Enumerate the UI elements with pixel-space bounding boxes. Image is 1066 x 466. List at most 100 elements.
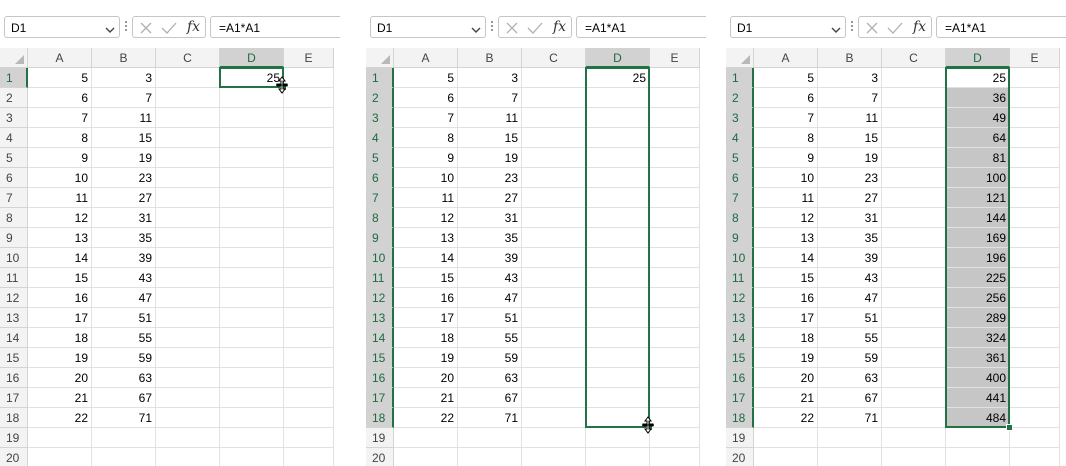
cell-d4[interactable] [220, 128, 284, 148]
cell-b19[interactable] [92, 428, 156, 448]
cell-a10[interactable]: 14 [754, 248, 818, 268]
cell-a14[interactable]: 18 [394, 328, 458, 348]
cell-b8[interactable]: 31 [818, 208, 882, 228]
cell-e6[interactable] [650, 168, 700, 188]
cell-c4[interactable] [156, 128, 220, 148]
cell-d9[interactable] [586, 228, 650, 248]
cell-c2[interactable] [156, 88, 220, 108]
cell-a20[interactable] [754, 448, 818, 466]
cell-b20[interactable] [818, 448, 882, 466]
cell-c20[interactable] [882, 448, 946, 466]
column-header-e[interactable]: E [284, 48, 334, 68]
cell-d13[interactable]: 289 [946, 308, 1010, 328]
cell-b14[interactable]: 55 [458, 328, 522, 348]
cell-a1[interactable]: 5 [754, 68, 818, 88]
cell-d9[interactable] [220, 228, 284, 248]
cell-d8[interactable]: 144 [946, 208, 1010, 228]
row-header-4[interactable]: 4 [726, 128, 754, 148]
cell-a19[interactable] [394, 428, 458, 448]
row-header-11[interactable]: 11 [726, 268, 754, 288]
cell-e17[interactable] [1010, 388, 1060, 408]
cell-a17[interactable]: 21 [394, 388, 458, 408]
cell-e4[interactable] [1010, 128, 1060, 148]
more-options-icon[interactable] [490, 19, 494, 35]
cell-d4[interactable] [586, 128, 650, 148]
row-header-2[interactable]: 2 [366, 88, 394, 108]
row-header-16[interactable]: 16 [0, 368, 28, 388]
cell-b12[interactable]: 47 [92, 288, 156, 308]
cell-e10[interactable] [650, 248, 700, 268]
cell-d8[interactable] [586, 208, 650, 228]
cell-e17[interactable] [284, 388, 334, 408]
row-header-1[interactable]: 1 [366, 68, 394, 88]
cell-d17[interactable] [220, 388, 284, 408]
row-header-20[interactable]: 20 [0, 448, 28, 466]
cell-d12[interactable]: 256 [946, 288, 1010, 308]
row-header-6[interactable]: 6 [0, 168, 28, 188]
cell-d14[interactable] [586, 328, 650, 348]
cell-a2[interactable]: 6 [754, 88, 818, 108]
cell-b8[interactable]: 31 [92, 208, 156, 228]
cell-d13[interactable] [220, 308, 284, 328]
insert-function-icon[interactable]: fx [187, 19, 200, 35]
cell-e1[interactable] [650, 68, 700, 88]
row-header-1[interactable]: 1 [726, 68, 754, 88]
cell-c13[interactable] [156, 308, 220, 328]
cell-c19[interactable] [882, 428, 946, 448]
cell-a6[interactable]: 10 [754, 168, 818, 188]
cell-b16[interactable]: 63 [92, 368, 156, 388]
cell-a20[interactable] [394, 448, 458, 466]
cell-d15[interactable]: 361 [946, 348, 1010, 368]
cell-b6[interactable]: 23 [818, 168, 882, 188]
cell-c19[interactable] [522, 428, 586, 448]
row-header-19[interactable]: 19 [0, 428, 28, 448]
formula-input[interactable]: =A1*A1 [210, 16, 340, 38]
cell-a2[interactable]: 6 [394, 88, 458, 108]
cell-c18[interactable] [882, 408, 946, 428]
cell-a14[interactable]: 18 [28, 328, 92, 348]
cell-e4[interactable] [284, 128, 334, 148]
cell-c10[interactable] [156, 248, 220, 268]
column-header-a[interactable]: A [754, 48, 818, 68]
cell-d2[interactable]: 36 [946, 88, 1010, 108]
cell-b17[interactable]: 67 [818, 388, 882, 408]
cell-e4[interactable] [650, 128, 700, 148]
row-header-12[interactable]: 12 [0, 288, 28, 308]
cell-a12[interactable]: 16 [28, 288, 92, 308]
cell-a5[interactable]: 9 [754, 148, 818, 168]
cell-c11[interactable] [522, 268, 586, 288]
name-box[interactable]: D1 [4, 16, 120, 38]
row-header-14[interactable]: 14 [726, 328, 754, 348]
cell-b10[interactable]: 39 [458, 248, 522, 268]
column-header-e[interactable]: E [650, 48, 700, 68]
row-header-20[interactable]: 20 [726, 448, 754, 466]
cell-c8[interactable] [522, 208, 586, 228]
cell-e18[interactable] [284, 408, 334, 428]
cell-e17[interactable] [650, 388, 700, 408]
column-header-d[interactable]: D [220, 48, 284, 68]
cell-a18[interactable]: 22 [754, 408, 818, 428]
cell-d6[interactable] [220, 168, 284, 188]
cell-c19[interactable] [156, 428, 220, 448]
cell-e12[interactable] [650, 288, 700, 308]
cell-a4[interactable]: 8 [754, 128, 818, 148]
row-header-11[interactable]: 11 [0, 268, 28, 288]
cell-b7[interactable]: 27 [458, 188, 522, 208]
cell-a9[interactable]: 13 [394, 228, 458, 248]
cell-b9[interactable]: 35 [818, 228, 882, 248]
cell-a13[interactable]: 17 [28, 308, 92, 328]
cell-d6[interactable]: 100 [946, 168, 1010, 188]
cell-d10[interactable]: 196 [946, 248, 1010, 268]
cell-b9[interactable]: 35 [92, 228, 156, 248]
cell-d7[interactable]: 121 [946, 188, 1010, 208]
cell-a2[interactable]: 6 [28, 88, 92, 108]
cell-c1[interactable] [522, 68, 586, 88]
cell-d19[interactable] [220, 428, 284, 448]
cell-c18[interactable] [156, 408, 220, 428]
insert-function-icon[interactable]: fx [553, 19, 566, 35]
cell-b7[interactable]: 27 [818, 188, 882, 208]
cell-b10[interactable]: 39 [92, 248, 156, 268]
cell-b5[interactable]: 19 [92, 148, 156, 168]
row-header-7[interactable]: 7 [726, 188, 754, 208]
cell-e11[interactable] [1010, 268, 1060, 288]
